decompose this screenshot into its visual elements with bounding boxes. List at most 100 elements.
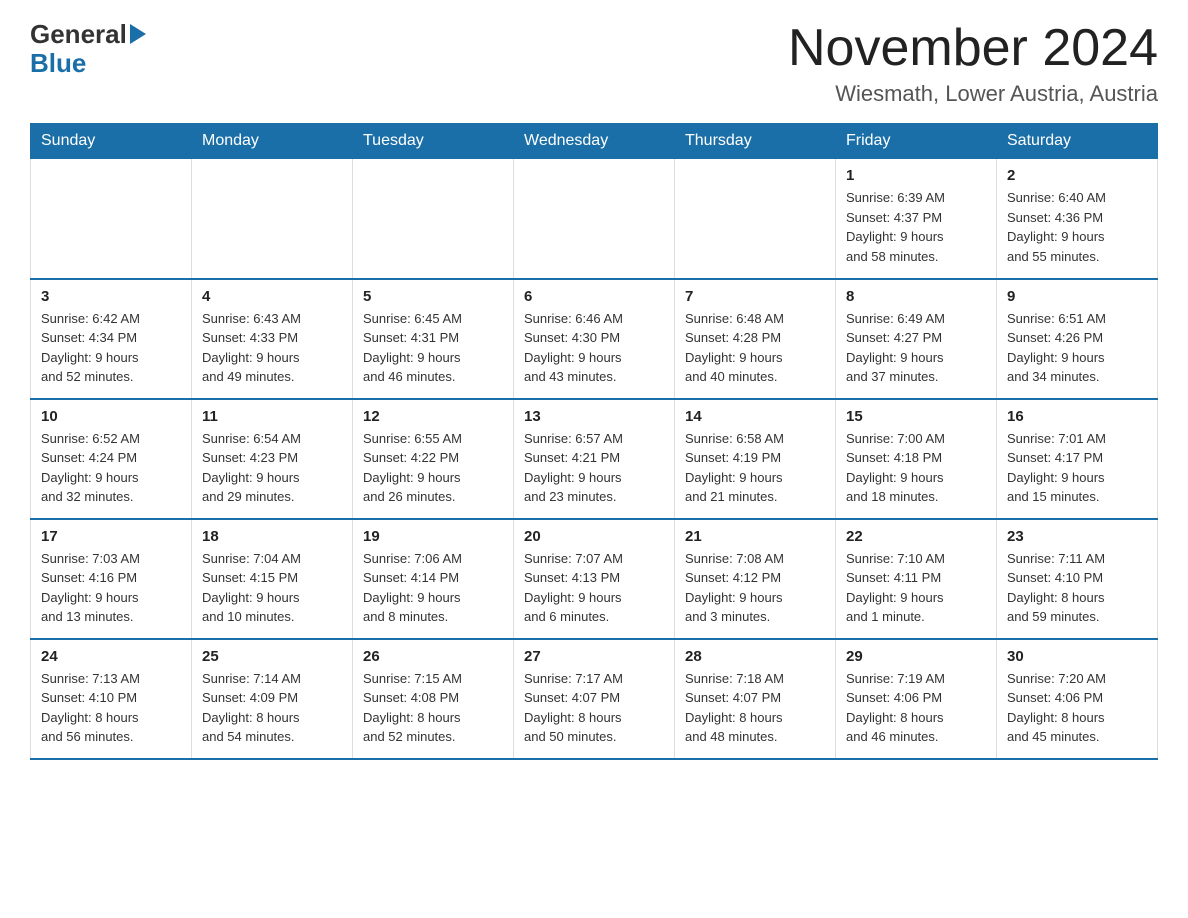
day-number: 11 <box>202 408 342 425</box>
day-number: 12 <box>363 408 503 425</box>
day-info: Sunrise: 7:10 AM Sunset: 4:11 PM Dayligh… <box>846 549 986 627</box>
day-number: 10 <box>41 408 181 425</box>
title-area: November 2024 Wiesmath, Lower Austria, A… <box>788 20 1158 107</box>
calendar-cell: 7 Sunrise: 6:48 AM Sunset: 4:28 PM Daylig… <box>675 279 836 399</box>
calendar-cell: 8Sunrise: 6:49 AM Sunset: 4:27 PM Daylig… <box>836 279 997 399</box>
day-number: 27 <box>524 648 664 665</box>
day-info: Sunrise: 6:42 AM Sunset: 4:34 PM Dayligh… <box>41 309 181 387</box>
calendar-cell: 28Sunrise: 7:18 AM Sunset: 4:07 PM Dayli… <box>675 639 836 759</box>
calendar-week-row: 1Sunrise: 6:39 AM Sunset: 4:37 PM Daylig… <box>31 159 1158 279</box>
month-title: November 2024 <box>788 20 1158 77</box>
day-info: Sunrise: 7:11 AM Sunset: 4:10 PM Dayligh… <box>1007 549 1147 627</box>
location-subtitle: Wiesmath, Lower Austria, Austria <box>788 81 1158 107</box>
page-header: General Blue November 2024 Wiesmath, Low… <box>30 20 1158 107</box>
calendar-cell: 16 Sunrise: 7:01 AM Sunset: 4:17 PM Dayli… <box>997 399 1158 519</box>
calendar-cell: 23Sunrise: 7:11 AM Sunset: 4:10 PM Dayli… <box>997 519 1158 639</box>
calendar-cell: 13 Sunrise: 6:57 AM Sunset: 4:21 PM Dayli… <box>514 399 675 519</box>
day-number: 14 <box>685 408 825 425</box>
day-info: Sunrise: 7:07 AM Sunset: 4:13 PM Dayligh… <box>524 549 664 627</box>
day-number: 4 <box>202 288 342 305</box>
day-info: Sunrise: 7:01 AM Sunset: 4:17 PM Dayligh… <box>1007 429 1147 507</box>
calendar-cell: 17 Sunrise: 7:03 AM Sunset: 4:16 PM Dayli… <box>31 519 192 639</box>
calendar-cell <box>353 159 514 279</box>
day-number: 3 <box>41 288 181 305</box>
logo: General Blue <box>30 20 146 77</box>
calendar-cell <box>514 159 675 279</box>
day-info: Sunrise: 7:19 AM Sunset: 4:06 PM Dayligh… <box>846 669 986 747</box>
day-info: Sunrise: 7:06 AM Sunset: 4:14 PM Dayligh… <box>363 549 503 627</box>
calendar-cell: 4 Sunrise: 6:43 AM Sunset: 4:33 PM Daylig… <box>192 279 353 399</box>
calendar-cell <box>675 159 836 279</box>
calendar-cell: 14 Sunrise: 6:58 AM Sunset: 4:19 PM Dayli… <box>675 399 836 519</box>
day-info: Sunrise: 6:45 AM Sunset: 4:31 PM Dayligh… <box>363 309 503 387</box>
day-info: Sunrise: 6:58 AM Sunset: 4:19 PM Dayligh… <box>685 429 825 507</box>
logo-general-text: General <box>30 20 127 49</box>
day-number: 24 <box>41 648 181 665</box>
day-info: Sunrise: 7:18 AM Sunset: 4:07 PM Dayligh… <box>685 669 825 747</box>
day-number: 18 <box>202 528 342 545</box>
day-number: 15 <box>846 408 986 425</box>
day-number: 19 <box>363 528 503 545</box>
day-info: Sunrise: 6:39 AM Sunset: 4:37 PM Dayligh… <box>846 188 986 266</box>
header-sunday: Sunday <box>31 124 192 159</box>
logo-blue-text: Blue <box>30 49 86 78</box>
day-info: Sunrise: 7:03 AM Sunset: 4:16 PM Dayligh… <box>41 549 181 627</box>
day-info: Sunrise: 6:52 AM Sunset: 4:24 PM Dayligh… <box>41 429 181 507</box>
header-thursday: Thursday <box>675 124 836 159</box>
calendar-cell: 25 Sunrise: 7:14 AM Sunset: 4:09 PM Dayli… <box>192 639 353 759</box>
day-info: Sunrise: 7:17 AM Sunset: 4:07 PM Dayligh… <box>524 669 664 747</box>
header-monday: Monday <box>192 124 353 159</box>
calendar-week-row: 3 Sunrise: 6:42 AM Sunset: 4:34 PM Daylig… <box>31 279 1158 399</box>
calendar-cell: 24Sunrise: 7:13 AM Sunset: 4:10 PM Dayli… <box>31 639 192 759</box>
calendar-cell: 21 Sunrise: 7:08 AM Sunset: 4:12 PM Dayli… <box>675 519 836 639</box>
day-number: 21 <box>685 528 825 545</box>
day-info: Sunrise: 6:55 AM Sunset: 4:22 PM Dayligh… <box>363 429 503 507</box>
calendar-week-row: 24Sunrise: 7:13 AM Sunset: 4:10 PM Dayli… <box>31 639 1158 759</box>
day-number: 6 <box>524 288 664 305</box>
calendar-cell: 1Sunrise: 6:39 AM Sunset: 4:37 PM Daylig… <box>836 159 997 279</box>
day-number: 20 <box>524 528 664 545</box>
calendar-cell: 27 Sunrise: 7:17 AM Sunset: 4:07 PM Dayli… <box>514 639 675 759</box>
day-number: 30 <box>1007 648 1147 665</box>
day-info: Sunrise: 7:00 AM Sunset: 4:18 PM Dayligh… <box>846 429 986 507</box>
day-number: 13 <box>524 408 664 425</box>
header-saturday: Saturday <box>997 124 1158 159</box>
day-number: 22 <box>846 528 986 545</box>
day-info: Sunrise: 6:51 AM Sunset: 4:26 PM Dayligh… <box>1007 309 1147 387</box>
day-number: 29 <box>846 648 986 665</box>
calendar-cell: 22 Sunrise: 7:10 AM Sunset: 4:11 PM Dayli… <box>836 519 997 639</box>
calendar-week-row: 10 Sunrise: 6:52 AM Sunset: 4:24 PM Dayli… <box>31 399 1158 519</box>
day-info: Sunrise: 6:46 AM Sunset: 4:30 PM Dayligh… <box>524 309 664 387</box>
day-number: 26 <box>363 648 503 665</box>
day-info: Sunrise: 6:48 AM Sunset: 4:28 PM Dayligh… <box>685 309 825 387</box>
calendar-cell: 19 Sunrise: 7:06 AM Sunset: 4:14 PM Dayli… <box>353 519 514 639</box>
calendar-cell: 18Sunrise: 7:04 AM Sunset: 4:15 PM Dayli… <box>192 519 353 639</box>
day-info: Sunrise: 7:15 AM Sunset: 4:08 PM Dayligh… <box>363 669 503 747</box>
calendar-cell: 5 Sunrise: 6:45 AM Sunset: 4:31 PM Daylig… <box>353 279 514 399</box>
calendar-cell: 2Sunrise: 6:40 AM Sunset: 4:36 PM Daylig… <box>997 159 1158 279</box>
calendar-cell: 11 Sunrise: 6:54 AM Sunset: 4:23 PM Dayli… <box>192 399 353 519</box>
day-number: 16 <box>1007 408 1147 425</box>
day-info: Sunrise: 6:49 AM Sunset: 4:27 PM Dayligh… <box>846 309 986 387</box>
calendar-cell: 20 Sunrise: 7:07 AM Sunset: 4:13 PM Dayli… <box>514 519 675 639</box>
day-info: Sunrise: 6:57 AM Sunset: 4:21 PM Dayligh… <box>524 429 664 507</box>
day-info: Sunrise: 7:08 AM Sunset: 4:12 PM Dayligh… <box>685 549 825 627</box>
calendar-cell: 26 Sunrise: 7:15 AM Sunset: 4:08 PM Dayli… <box>353 639 514 759</box>
header-tuesday: Tuesday <box>353 124 514 159</box>
day-number: 7 <box>685 288 825 305</box>
day-number: 17 <box>41 528 181 545</box>
day-info: Sunrise: 7:20 AM Sunset: 4:06 PM Dayligh… <box>1007 669 1147 747</box>
day-info: Sunrise: 6:54 AM Sunset: 4:23 PM Dayligh… <box>202 429 342 507</box>
calendar-cell <box>31 159 192 279</box>
calendar-cell: 29 Sunrise: 7:19 AM Sunset: 4:06 PM Dayli… <box>836 639 997 759</box>
day-number: 25 <box>202 648 342 665</box>
day-number: 5 <box>363 288 503 305</box>
calendar-cell: 9Sunrise: 6:51 AM Sunset: 4:26 PM Daylig… <box>997 279 1158 399</box>
day-info: Sunrise: 6:43 AM Sunset: 4:33 PM Dayligh… <box>202 309 342 387</box>
weekday-header-row: Sunday Monday Tuesday Wednesday Thursday… <box>31 124 1158 159</box>
day-info: Sunrise: 7:14 AM Sunset: 4:09 PM Dayligh… <box>202 669 342 747</box>
logo-arrow-icon <box>130 24 146 44</box>
header-wednesday: Wednesday <box>514 124 675 159</box>
logo-general-line: General <box>30 20 146 49</box>
calendar-cell: 15 Sunrise: 7:00 AM Sunset: 4:18 PM Dayli… <box>836 399 997 519</box>
